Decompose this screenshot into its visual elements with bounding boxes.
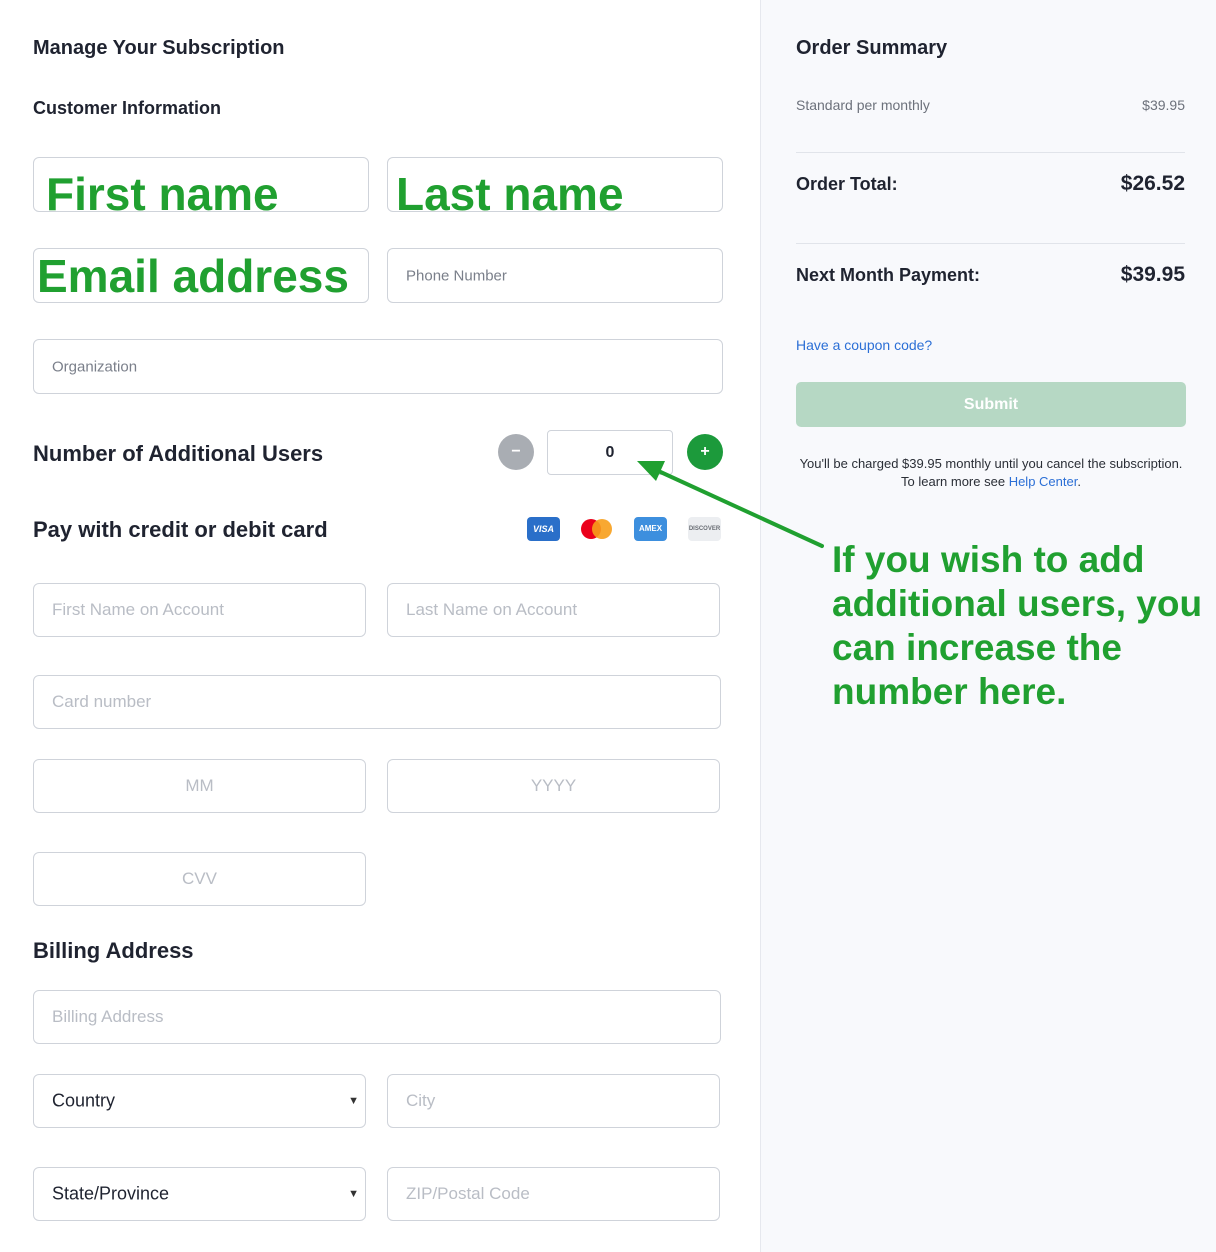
last-name-annotation: Last name <box>396 168 624 212</box>
phone-placeholder: Phone Number <box>406 267 507 284</box>
increase-users-button[interactable]: + <box>687 434 723 470</box>
subscription-form-panel: Manage Your Subscription Customer Inform… <box>0 0 760 1252</box>
organization-field[interactable]: Organization <box>33 339 723 394</box>
city-input[interactable]: City <box>387 1074 720 1128</box>
account-first-name-input[interactable]: First Name on Account <box>33 583 366 637</box>
amex-icon: AMEX <box>634 517 667 541</box>
order-total-label: Order Total: <box>796 173 898 194</box>
country-select[interactable]: Country ▼ <box>33 1074 366 1128</box>
expiry-month-placeholder: MM <box>185 776 214 795</box>
phone-field[interactable]: Phone Number <box>387 248 723 303</box>
order-summary-title: Order Summary <box>796 37 948 59</box>
charge-note-text: You'll be charged $39.95 monthly until y… <box>799 456 1183 489</box>
plan-label: Standard per monthly <box>796 97 930 113</box>
expiry-month-input[interactable]: MM <box>33 759 366 813</box>
country-value: Country <box>52 1090 116 1111</box>
cvv-input[interactable]: CVV <box>33 852 366 906</box>
zip-placeholder: ZIP/Postal Code <box>406 1184 530 1203</box>
payment-heading: Pay with credit or debit card <box>33 517 328 542</box>
billing-address-input[interactable]: Billing Address <box>33 990 721 1044</box>
email-field[interactable]: Email address <box>33 248 369 303</box>
chevron-down-icon: ▼ <box>348 1188 359 1200</box>
card-number-input[interactable]: Card number <box>33 675 721 729</box>
organization-placeholder: Organization <box>52 358 138 375</box>
plan-row: Standard per monthly $39.95 <box>796 97 1185 113</box>
charge-note-end: . <box>1077 474 1081 489</box>
city-placeholder: City <box>406 1091 436 1110</box>
expiry-year-input[interactable]: YYYY <box>387 759 720 813</box>
state-select[interactable]: State/Province ▼ <box>33 1167 366 1221</box>
help-center-link[interactable]: Help Center <box>1009 474 1078 489</box>
next-payment-value: $39.95 <box>1120 263 1185 286</box>
customer-info-heading: Customer Information <box>33 98 222 118</box>
account-last-name-input[interactable]: Last Name on Account <box>387 583 720 637</box>
order-total-row: Order Total: $26.52 <box>796 172 1185 196</box>
divider <box>796 152 1185 153</box>
additional-users-label: Number of Additional Users <box>33 441 324 466</box>
divider <box>796 243 1185 244</box>
card-number-placeholder: Card number <box>52 692 152 711</box>
expiry-year-placeholder: YYYY <box>530 776 577 795</box>
visa-icon: VISA <box>527 517 560 541</box>
billing-address-placeholder: Billing Address <box>52 1007 164 1026</box>
users-quantity-input[interactable]: 0 <box>547 430 673 475</box>
state-value: State/Province <box>52 1183 170 1204</box>
charge-note: You'll be charged $39.95 monthly until y… <box>796 455 1186 491</box>
annotation-callout: If you wish to add additional users, you… <box>832 539 1203 712</box>
first-name-field[interactable]: First name <box>33 157 369 212</box>
mastercard-icon <box>580 517 613 541</box>
first-name-annotation: First name <box>46 168 279 212</box>
account-first-name-placeholder: First Name on Account <box>52 600 224 619</box>
page-title: Manage Your Subscription <box>33 37 285 59</box>
plan-price: $39.95 <box>1142 97 1185 113</box>
order-total-value: $26.52 <box>1120 172 1185 195</box>
last-name-field[interactable]: Last name <box>387 157 723 212</box>
cvv-placeholder: CVV <box>182 869 217 888</box>
zip-input[interactable]: ZIP/Postal Code <box>387 1167 720 1221</box>
next-payment-label: Next Month Payment: <box>796 264 981 285</box>
discover-icon: DISCOVER <box>688 517 721 541</box>
decrease-users-button[interactable]: − <box>498 434 534 470</box>
billing-heading: Billing Address <box>33 938 194 963</box>
next-payment-row: Next Month Payment: $39.95 <box>796 263 1185 287</box>
coupon-link[interactable]: Have a coupon code? <box>796 337 932 353</box>
email-annotation: Email address <box>37 250 349 302</box>
submit-button[interactable]: Submit <box>796 382 1186 427</box>
chevron-down-icon: ▼ <box>348 1095 359 1107</box>
account-last-name-placeholder: Last Name on Account <box>406 600 578 619</box>
